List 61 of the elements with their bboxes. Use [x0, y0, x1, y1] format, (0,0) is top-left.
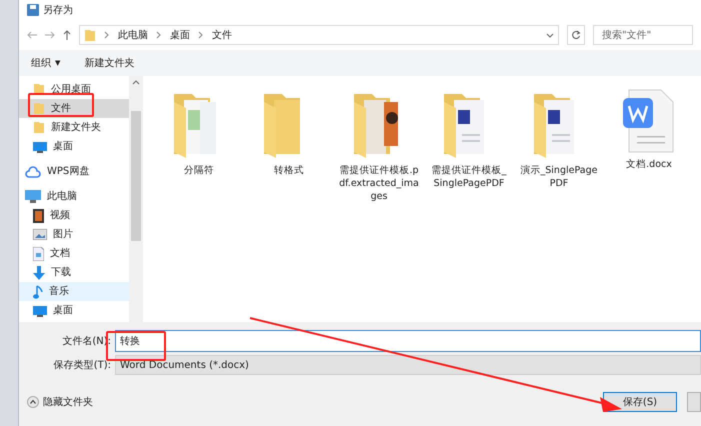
monitor-icon — [33, 140, 47, 152]
sidebar-item[interactable]: 此电脑 — [19, 187, 129, 206]
breadcrumb-item[interactable]: 此电脑 — [118, 28, 148, 42]
sidebar-item[interactable]: 桌面 — [19, 137, 129, 156]
file-name: 需提供证件模板_SinglePagePDF — [430, 164, 508, 190]
save-button[interactable]: 保存(S) — [603, 392, 677, 412]
window-title: 另存为 — [43, 4, 73, 18]
filename-field[interactable]: 转换 — [115, 330, 701, 352]
sidebar-item[interactable]: 桌面 — [19, 301, 129, 320]
sidebar-item[interactable]: 文件 — [19, 99, 129, 118]
cloud-icon — [25, 166, 41, 178]
refresh-icon — [571, 30, 581, 40]
sidebar-item[interactable]: 公用桌面 — [19, 80, 129, 99]
highlight-box — [28, 93, 94, 117]
folder-icon — [33, 102, 45, 115]
file-type-dropdown[interactable]: Word Documents (*.docx) — [115, 355, 701, 375]
scroll-up-icon[interactable] — [132, 80, 140, 85]
sidebar-item[interactable]: 下载 — [19, 263, 129, 282]
computer-icon — [25, 190, 41, 203]
file-item[interactable]: 演示_SinglePagePDF — [519, 88, 599, 190]
file-type-label: 保存类型(T): — [52, 358, 112, 372]
file-item[interactable]: 转格式 — [249, 88, 329, 177]
sidebar-item[interactable]: 文档 — [19, 244, 129, 263]
film-icon — [33, 208, 44, 222]
file-item[interactable]: 需提供证件模板_SinglePagePDF — [429, 88, 509, 190]
file-name: 演示_SinglePagePDF — [520, 164, 598, 190]
search-field[interactable]: 搜索"文件" — [593, 25, 693, 45]
breadcrumb-item[interactable]: 桌面 — [170, 28, 190, 42]
file-item[interactable]: 需提供证件模板.pdf.extracted_images — [339, 88, 419, 203]
down-arrow-icon — [33, 266, 45, 280]
folder-icon — [84, 28, 96, 42]
document-icon — [33, 246, 44, 260]
file-item[interactable]: 分隔符 — [159, 88, 239, 177]
sidebar-item[interactable]: 音乐 — [19, 282, 129, 301]
file-item[interactable]: 文档.docx — [609, 88, 689, 171]
address-bar[interactable]: 此电脑 桌面 文件 — [79, 25, 559, 45]
monitor-icon — [33, 304, 47, 316]
dropdown-chevron-icon[interactable] — [546, 32, 554, 38]
music-note-icon — [33, 284, 43, 298]
picture-icon — [33, 229, 47, 240]
chevron-right-icon — [104, 31, 110, 39]
hide-folders-button[interactable]: 隐藏文件夹 — [27, 394, 93, 410]
file-name: 分隔符 — [184, 164, 214, 177]
refresh-button[interactable] — [567, 25, 585, 45]
folder-icon — [33, 121, 45, 134]
breadcrumb-item[interactable]: 文件 — [212, 28, 232, 42]
sidebar-item[interactable]: 图片 — [19, 225, 129, 244]
file-name: 文档.docx — [626, 158, 672, 171]
up-chevron-icon — [27, 396, 39, 408]
file-name: 转格式 — [274, 164, 304, 177]
chevron-right-icon — [156, 31, 162, 39]
save-icon — [27, 4, 39, 16]
chevron-right-icon — [198, 31, 204, 39]
file-name: 需提供证件模板.pdf.extracted_images — [339, 164, 419, 203]
sidebar-item[interactable]: 新建文件夹 — [19, 118, 129, 137]
scrollbar[interactable] — [129, 76, 143, 322]
sidebar-item[interactable]: 视频 — [19, 206, 129, 225]
sidebar-item[interactable]: WPS网盘 — [19, 162, 129, 181]
up-arrow-icon[interactable] — [63, 30, 71, 40]
word-document-icon — [623, 88, 675, 154]
new-folder-button[interactable]: 新建文件夹 — [84, 56, 134, 70]
